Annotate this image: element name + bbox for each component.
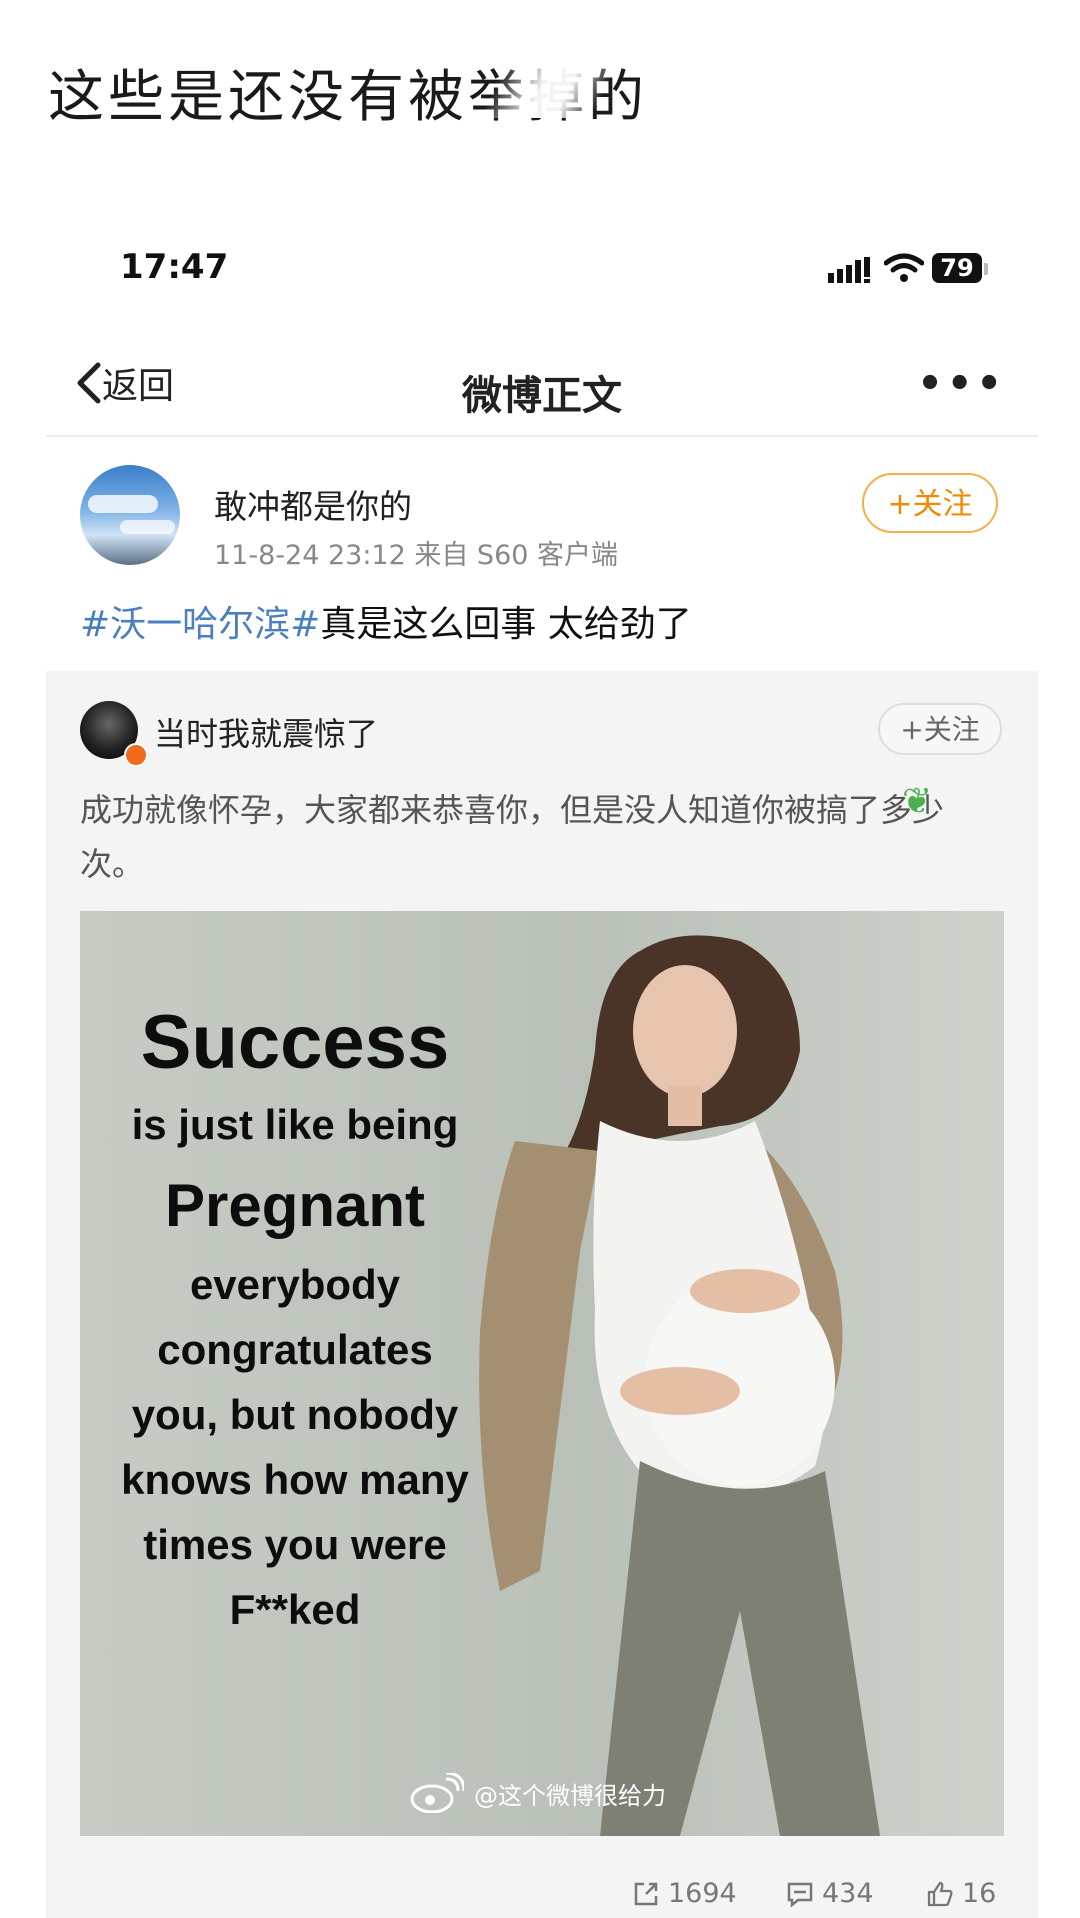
repost-stats: 1694 434 16 xyxy=(46,1874,1038,1918)
meme-line-4: everybody xyxy=(189,1261,401,1308)
phone-screenshot: 17:47 79 返回 微博正文 ••• 敢冲都是你的 11-8-24 23:1… xyxy=(46,215,1038,1918)
wifi-icon xyxy=(884,253,924,282)
battery-cap xyxy=(984,263,988,275)
repost-author-name[interactable]: 当时我就震惊了 xyxy=(154,709,378,755)
smudge-mark xyxy=(470,58,630,118)
comment-icon xyxy=(787,1882,813,1908)
comment-count-label: 434 xyxy=(822,1878,874,1909)
repost-count[interactable]: 1694 xyxy=(632,1878,737,1909)
meme-line-3: Pregnant xyxy=(164,1172,426,1239)
repost-count-label: 1694 xyxy=(668,1878,737,1909)
meme-line-8: times you were xyxy=(143,1521,447,1568)
status-bar: 17:47 79 xyxy=(46,215,1038,315)
repost-text: 成功就像怀孕，大家都来恭喜你，但是没人知道你被搞了多少次。 xyxy=(80,791,945,883)
page-title: 微博正文 xyxy=(462,373,622,419)
cellular-signal-icon xyxy=(828,257,870,283)
thumbs-up-icon xyxy=(927,1881,953,1906)
author-avatar[interactable] xyxy=(80,465,180,565)
nav-bar: 返回 微博正文 ••• xyxy=(46,335,1038,437)
meme-line-5: congratulates xyxy=(157,1326,433,1373)
repost-follow-button[interactable]: +关注 xyxy=(878,703,1002,755)
share-icon xyxy=(634,1882,658,1905)
watermark: @这个微博很给力 xyxy=(410,1773,666,1813)
author-name[interactable]: 敢冲都是你的 xyxy=(214,480,412,528)
meme-line-7: knows how many xyxy=(121,1456,469,1503)
meme-image[interactable]: Success is just like being Pregnant ever… xyxy=(80,911,1004,1836)
verified-badge-icon xyxy=(124,743,148,767)
meme-line-1: Success xyxy=(140,1000,450,1085)
post-body: 真是这么回事 太给劲了 xyxy=(320,604,692,645)
like-count[interactable]: 16 xyxy=(926,1878,996,1909)
post-meta: 11-8-24 23:12 来自 S60 客户端 xyxy=(214,540,619,571)
like-count-label: 16 xyxy=(962,1878,997,1909)
battery-icon: 79 xyxy=(932,253,982,283)
meme-line-9: F**ked xyxy=(229,1586,361,1633)
post-text: #沃一哈尔滨#真是这么回事 太给劲了 xyxy=(80,595,692,647)
comment-count[interactable]: 434 xyxy=(786,1878,874,1909)
meme-line-6: you, but nobody xyxy=(131,1391,459,1438)
weibo-logo-icon xyxy=(410,1773,464,1813)
more-options-icon[interactable]: ••• xyxy=(917,361,1006,407)
watermark-text: @这个微博很给力 xyxy=(474,1781,666,1810)
status-time: 17:47 xyxy=(120,247,229,287)
reposted-card[interactable]: 当时我就震惊了 +关注 成功就像怀孕，大家都来恭喜你，但是没人知道你被搞了多少次… xyxy=(46,671,1038,1918)
meme-line-2: is just like being xyxy=(131,1101,459,1148)
topic-link[interactable]: #沃一哈尔滨# xyxy=(80,604,320,645)
leaf-sticker-icon: ❦ xyxy=(902,781,933,822)
follow-button[interactable]: +关注 xyxy=(862,473,998,533)
